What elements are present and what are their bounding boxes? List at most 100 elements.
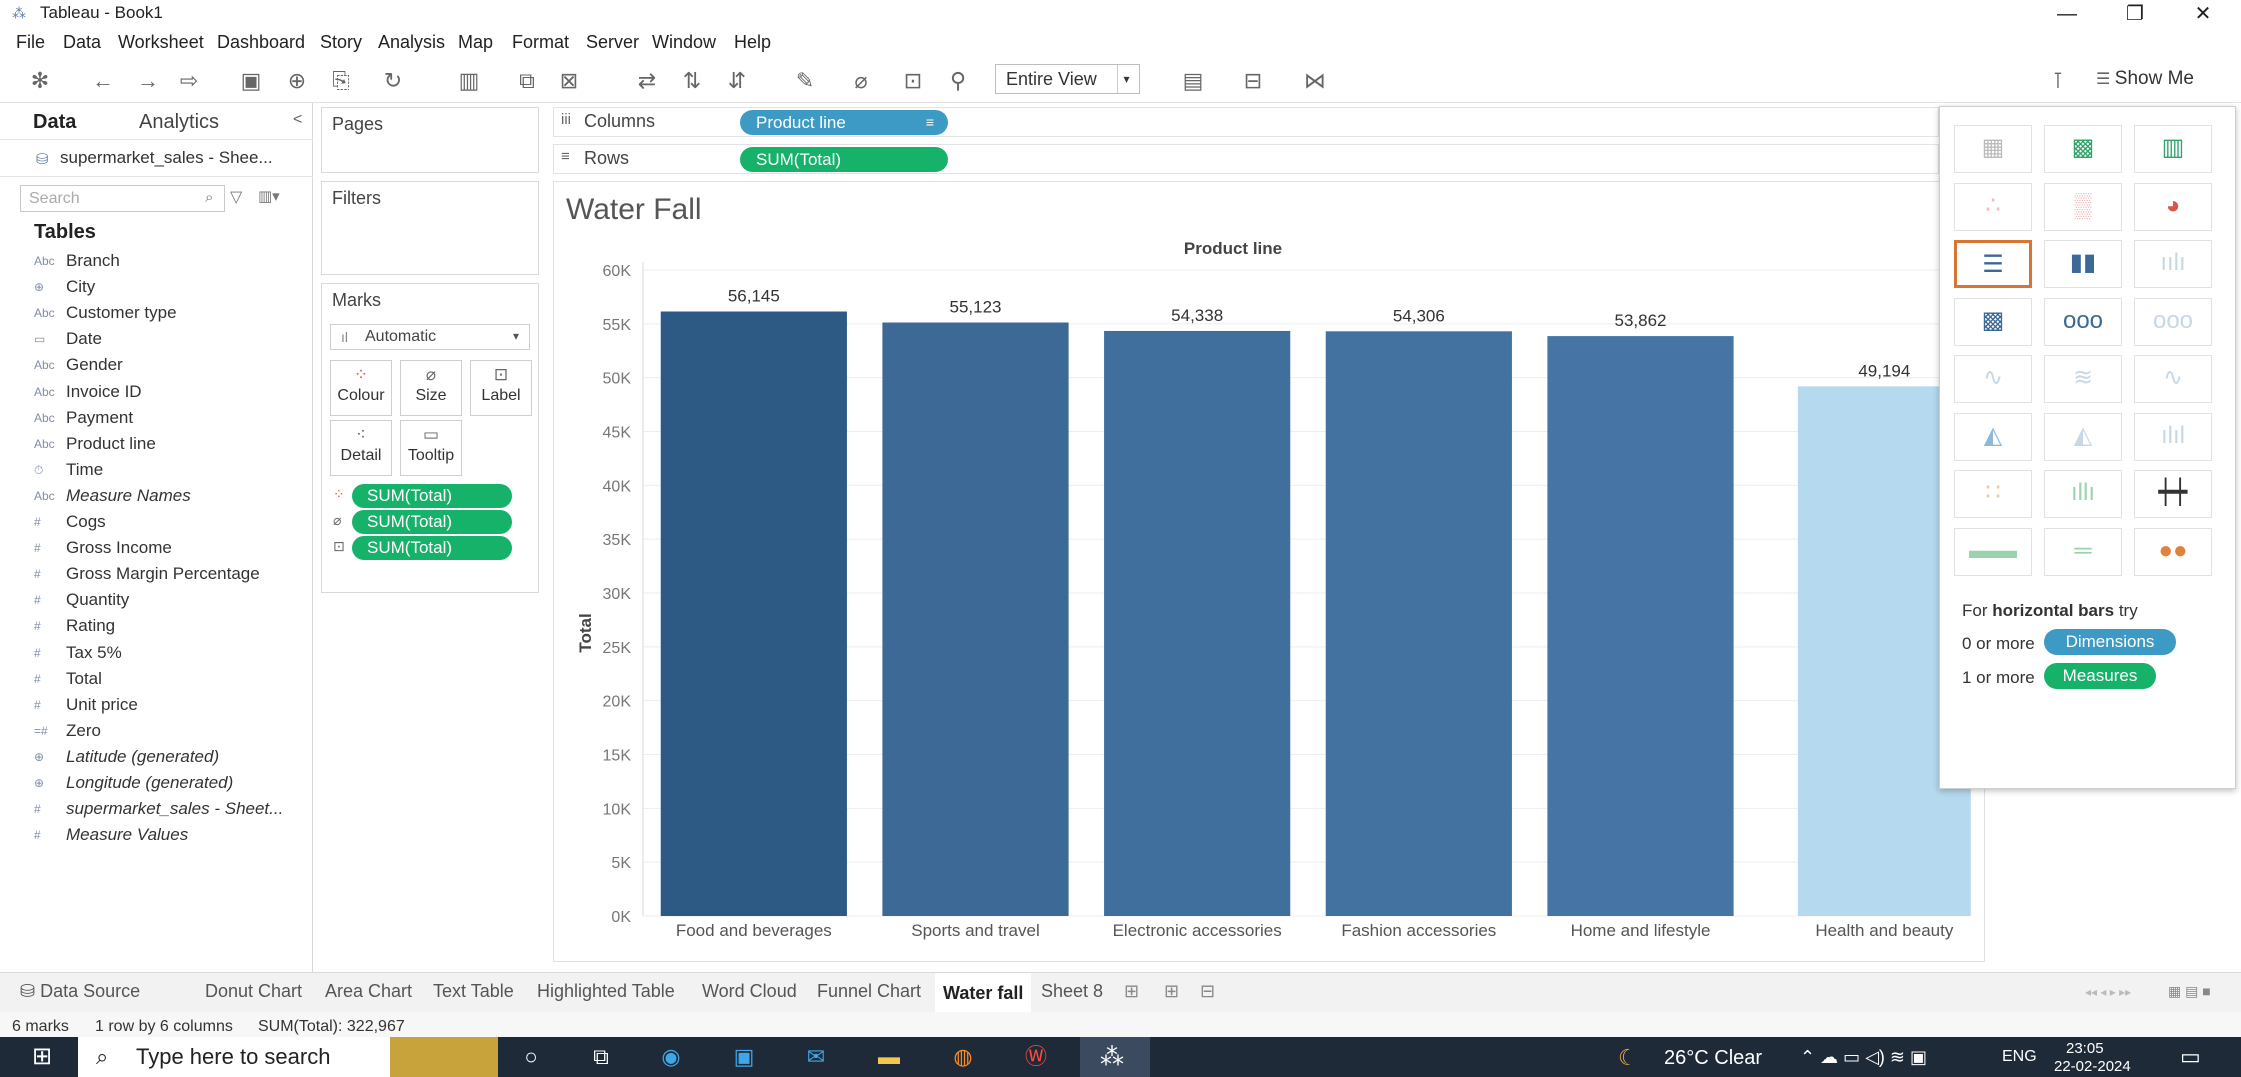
histogram-thumb[interactable]: ıllı [2044,470,2122,518]
size-pill[interactable]: SUM(Total) [352,510,512,534]
save-icon[interactable]: ▣ [238,68,264,94]
notifications-icon[interactable]: ▭ [2180,1044,2201,1070]
menu-dashboard[interactable]: Dashboard [217,32,305,53]
tab-navigation-icon[interactable]: ◂◂ ◂ ▸ ▸▸ [2085,985,2131,999]
menu-format[interactable]: Format [512,32,569,53]
new-dashboard-icon[interactable]: ⊞ [1164,981,1179,1002]
tooltip-pin-icon[interactable]: ⊺ [2045,68,2071,94]
text-table-thumb[interactable]: ▦ [1954,125,2032,173]
windows-start-icon[interactable]: ⊞ [26,1043,58,1071]
cortana-icon[interactable]: ○ [515,1043,547,1071]
language-indicator[interactable]: ENG [2002,1048,2037,1066]
show-me-button[interactable]: ☰ Show Me [2086,62,2234,96]
menu-worksheet[interactable]: Worksheet [118,32,204,53]
edge-icon[interactable]: ◉ [655,1043,687,1071]
view-mode-select[interactable]: Entire View ▾ [995,64,1140,94]
store-icon[interactable]: ▣ [728,1043,760,1071]
new-datasource-icon[interactable]: ⊕ [284,68,310,94]
new-story-icon[interactable]: ⊟ [1200,981,1215,1002]
mail-icon[interactable]: ✉ [800,1043,832,1071]
size-button[interactable]: ⌀ Size [400,360,462,416]
rows-shelf[interactable]: ≡ Rows SUM(Total) [553,144,1939,174]
group-icon[interactable]: ⌀ [848,68,874,94]
file-explorer-icon[interactable]: ▬ [873,1043,905,1071]
task-view-icon[interactable]: ⧉ [585,1043,617,1071]
colour-pill[interactable]: SUM(Total) [352,484,512,508]
clear-sheet-icon[interactable]: ⊠ [556,68,582,94]
filters-card[interactable]: Filters [321,181,539,275]
columns-pill[interactable]: Product line ≡ [740,110,948,135]
pin-axes-icon[interactable]: ⚲ [945,68,971,94]
area-discrete-thumb[interactable]: ◭ [2044,412,2122,461]
pages-card[interactable]: Pages [321,107,539,173]
pie-chart-thumb[interactable]: ◕ [2134,182,2212,231]
discrete-lines-thumb[interactable]: ≋ [2044,355,2122,403]
menu-help[interactable]: Help [734,32,771,53]
tooltip-button[interactable]: ▭ Tooltip [400,420,462,476]
tab-text-table[interactable]: Text Table [433,981,514,1002]
box-whisker-thumb[interactable]: ┿┿ [2134,470,2212,518]
duplicate-icon[interactable]: ⧉ [514,68,540,94]
tab-highlighted-table[interactable]: Highlighted Table [537,981,675,1002]
refresh-icon[interactable]: ↻ [380,68,406,94]
menu-data[interactable]: Data [63,32,101,53]
tab-water-fall[interactable]: Water fall [935,973,1032,1013]
mark-type-select[interactable]: ıl Automatic ▾ [330,324,530,350]
menu-story[interactable]: Story [320,32,362,53]
columns-shelf[interactable]: iii Columns Product line ≡ [553,107,1939,137]
side-by-side-circles-thumb[interactable]: ooo [2134,297,2212,346]
filter-fields-icon[interactable]: ▽ [230,187,242,207]
tableau-taskbar-button[interactable]: ⁂ [1080,1037,1150,1077]
undo-icon[interactable]: ← [90,68,116,94]
taskbar-search[interactable]: ⌕ Type here to search [78,1037,390,1077]
minimize-button[interactable]: — [2034,0,2100,28]
clock-time[interactable]: 23:05 [2066,1040,2104,1057]
sort-descending-icon[interactable]: ⇵ [724,68,750,94]
menu-file[interactable]: File [16,32,45,53]
share-icon[interactable]: ⋈ [1302,68,1328,94]
stacked-bars-thumb[interactable]: ▮▮ [2044,240,2122,288]
symbol-map-thumb[interactable]: ∴ [1954,182,2032,231]
pause-updates-icon[interactable]: ⎘ [328,68,354,94]
tab-word-cloud[interactable]: Word Cloud [702,981,797,1002]
field-search-box[interactable]: Search ⌕ [20,185,225,212]
collapse-pane-icon[interactable]: < [293,111,302,129]
new-worksheet-icon[interactable]: ▥ [456,68,482,94]
presentation-icon[interactable]: ⊟ [1240,68,1266,94]
tableau-logo-icon[interactable]: ✻ [27,68,53,94]
redo-icon[interactable]: → [135,68,161,94]
sort-ascending-icon[interactable]: ⇅ [679,68,705,94]
clock-date[interactable]: 22-02-2024 [2054,1058,2131,1075]
highlight-icon[interactable]: ✎ [792,68,818,94]
view-toggle-icon[interactable]: ▦ ▤ ■ [2168,983,2211,1000]
view-options-icon[interactable]: ▥▾ [258,187,280,205]
menu-map[interactable]: Map [458,32,493,53]
weather-text[interactable]: 26°C Clear [1664,1047,1762,1070]
tab-funnel-chart[interactable]: Funnel Chart [817,981,921,1002]
maximize-button[interactable]: ❐ [2102,0,2168,28]
label-button[interactable]: ⊡ Label [470,360,532,416]
menu-server[interactable]: Server [586,32,639,53]
show-cards-icon[interactable]: ▤ [1180,68,1206,94]
tab-data[interactable]: Data [33,111,76,134]
gantt-chart-thumb[interactable]: ▬▬ [1954,527,2032,576]
tab-donut-chart[interactable]: Donut Chart [205,981,302,1002]
dual-lines-thumb[interactable]: ∿ [2134,355,2212,403]
tab-sheet-8[interactable]: Sheet 8 [1041,981,1103,1002]
close-button[interactable]: ✕ [2170,0,2236,28]
rows-pill[interactable]: SUM(Total) [740,147,948,172]
datasource-row[interactable]: ⛁ supermarket_sales - Shee... [0,139,313,177]
treemap-thumb[interactable]: ▩ [1954,297,2032,346]
firefox-icon[interactable]: ◍ [947,1043,979,1071]
filled-map-thumb[interactable]: ▒ [2044,182,2122,231]
colour-button[interactable]: ⁘ Colour [330,360,392,416]
tab-data-source[interactable]: ⛁ Data Source [20,981,140,1002]
tab-analytics[interactable]: Analytics [139,111,219,134]
continuous-lines-thumb[interactable]: ∿ [1954,355,2032,403]
circle-views-thumb[interactable]: ooo [2044,297,2122,346]
horizontal-bars-thumb[interactable]: ☰ [1954,240,2032,288]
replay-icon[interactable]: ⇨ [176,68,202,94]
side-by-side-bars-thumb[interactable]: ıılı [2134,240,2212,288]
packed-bubbles-thumb[interactable]: ●● [2134,527,2212,576]
area-continuous-thumb[interactable]: ◭ [1954,412,2032,461]
